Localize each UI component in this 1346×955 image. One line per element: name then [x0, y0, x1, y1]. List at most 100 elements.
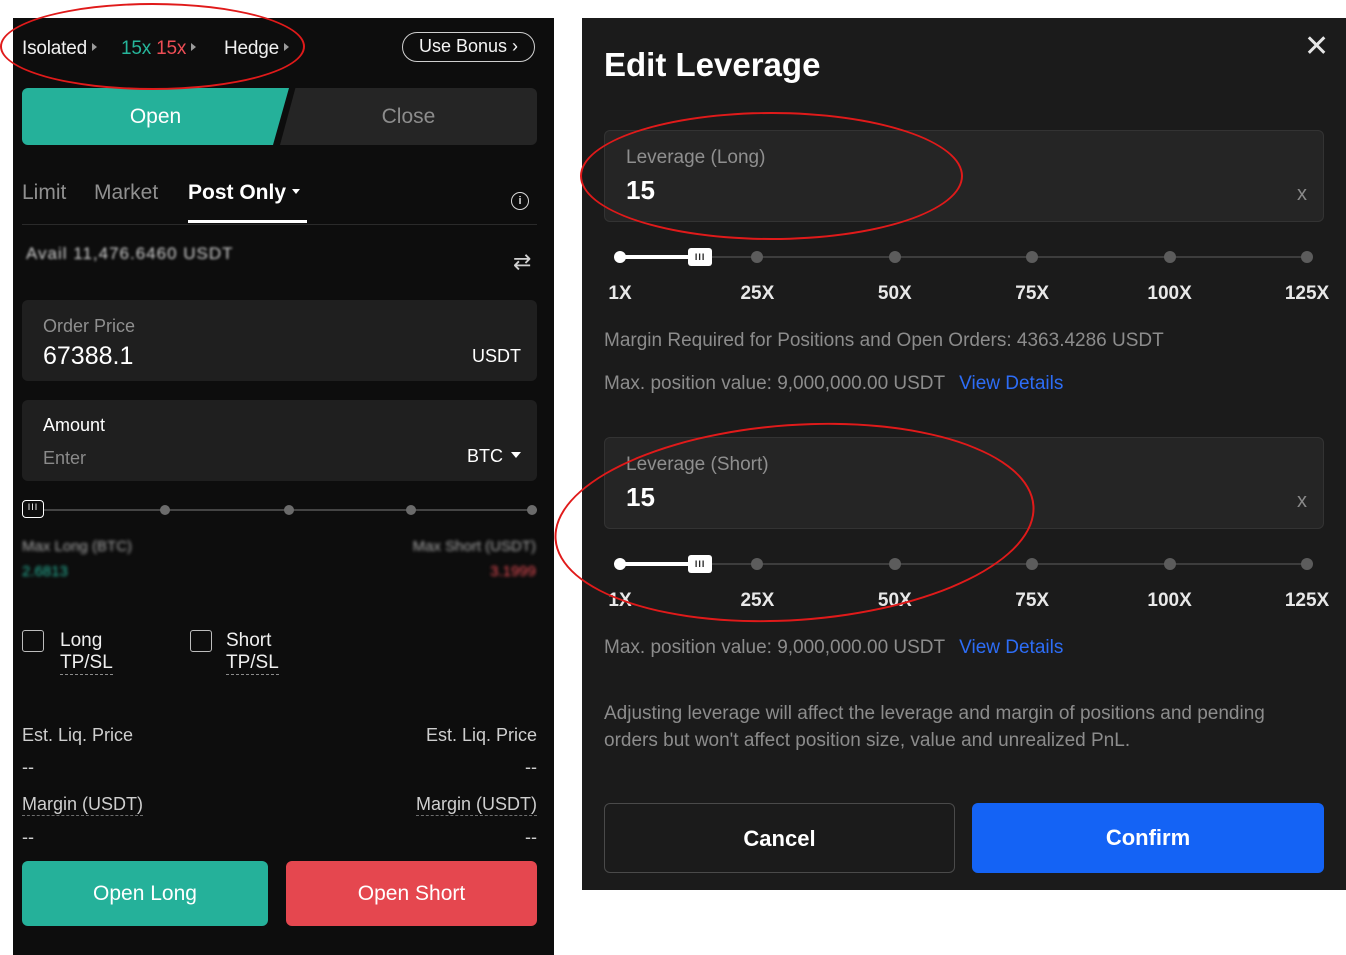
leverage-selector[interactable]: 15x 15x — [121, 36, 197, 62]
order-price-value[interactable]: 67388.1 — [43, 342, 133, 371]
slider-dot[interactable] — [160, 505, 170, 515]
position-mode-label: Hedge — [224, 38, 279, 59]
slider-tick-label[interactable]: 25X — [740, 590, 774, 612]
slider-dot[interactable] — [406, 505, 416, 515]
slider-handle[interactable]: III — [22, 500, 44, 518]
leverage-short-ticks: 1X 25X 50X 75X 100X 125X — [604, 590, 1329, 616]
slider-dot[interactable] — [614, 558, 626, 570]
leverage-short-value[interactable]: 15 — [626, 482, 655, 513]
leverage-note: Adjusting leverage will affect the lever… — [604, 703, 1265, 751]
leverage-long-slider[interactable]: III — [604, 247, 1324, 269]
slider-dot[interactable] — [888, 251, 901, 263]
margin-mode-label: Isolated — [22, 38, 87, 59]
confirm-button[interactable]: Confirm — [972, 803, 1324, 873]
slider-tick-label[interactable]: 100X — [1147, 590, 1191, 612]
amount-label: Amount — [43, 415, 106, 435]
slider-dot[interactable] — [1026, 251, 1039, 263]
open-long-button[interactable]: Open Long — [22, 861, 268, 926]
position-mode-selector[interactable]: Hedge — [224, 36, 289, 62]
margin-long-label[interactable]: Margin (USDT) — [22, 794, 144, 816]
slider-dot[interactable] — [614, 251, 626, 263]
caret-right-icon — [284, 42, 289, 51]
leverage-short-input[interactable]: Leverage (Short) 15 x — [604, 437, 1324, 529]
leverage-long-input[interactable]: Leverage (Long) 15 x — [604, 130, 1324, 222]
slider-tick-label[interactable]: 125X — [1285, 283, 1329, 305]
leverage-long-value[interactable]: 15 — [626, 175, 655, 206]
amount-unit-label: BTC — [467, 446, 503, 466]
amount-slider[interactable]: III — [22, 500, 537, 522]
margin-short-value: -- — [525, 827, 537, 847]
slider-dot[interactable] — [1026, 558, 1039, 570]
leverage-long-ticks: 1X 25X 50X 75X 100X 125X — [604, 283, 1329, 309]
open-short-button[interactable]: Open Short — [286, 861, 537, 926]
dialog-title: Edit Leverage — [604, 46, 821, 83]
tab-open[interactable]: Open — [22, 88, 289, 145]
slider-tick-label[interactable]: 1X — [608, 590, 631, 612]
max-long-label: Max Long (BTC) — [22, 538, 133, 555]
long-tpsl-label[interactable]: Long TP/SL — [60, 630, 113, 675]
slider-tick-label[interactable]: 50X — [878, 590, 912, 612]
info-icon[interactable]: i — [511, 192, 529, 210]
close-icon[interactable]: ✕ — [1304, 32, 1329, 62]
leverage-short-slider[interactable]: III — [604, 554, 1324, 576]
edit-leverage-dialog: Edit Leverage ✕ Leverage (Long) 15 x III… — [582, 18, 1346, 890]
slider-tick-label[interactable]: 100X — [1147, 283, 1191, 305]
slider-dot[interactable] — [1163, 251, 1176, 263]
caret-down-icon — [511, 452, 521, 459]
amount-field[interactable]: Amount Enter BTC — [22, 400, 537, 481]
max-position-short-text: Max. position value: 9,000,000.00 USDT — [604, 637, 946, 658]
slider-tick-label[interactable]: 50X — [878, 283, 912, 305]
est-liq-price-long-label: Est. Liq. Price — [22, 725, 134, 745]
swap-icon[interactable]: ⇄ — [513, 249, 531, 275]
slider-tick-label[interactable]: 75X — [1015, 590, 1049, 612]
short-tpsl-label[interactable]: Short TP/SL — [226, 630, 279, 675]
slider-dot[interactable] — [1163, 558, 1176, 570]
available-balance: Avail 11,476.6460 USDT — [26, 244, 234, 263]
view-details-link[interactable]: View Details — [959, 637, 1063, 658]
leverage-long-label: 15x — [121, 38, 152, 59]
margin-short-label[interactable]: Margin (USDT) — [415, 794, 537, 816]
slider-tick-label[interactable]: 1X — [608, 283, 631, 305]
order-price-unit: USDT — [472, 346, 521, 366]
order-price-field[interactable]: Order Price 67388.1 USDT — [22, 300, 537, 381]
tab-close[interactable]: Close — [280, 88, 537, 145]
slider-dot[interactable] — [1301, 558, 1313, 570]
post-only-label: Post Only — [188, 181, 287, 204]
amount-unit-select[interactable]: BTC — [467, 446, 521, 467]
slider-dot[interactable] — [751, 558, 764, 570]
slider-track — [620, 563, 1307, 565]
slider-handle[interactable]: III — [688, 248, 713, 266]
tab-limit[interactable]: Limit — [22, 181, 66, 205]
slider-handle[interactable]: III — [688, 555, 713, 573]
slider-dot[interactable] — [1301, 251, 1313, 263]
slider-tick-label[interactable]: 25X — [740, 283, 774, 305]
use-bonus-button[interactable]: Use Bonus › — [402, 32, 535, 62]
amount-input[interactable]: Enter — [43, 448, 86, 469]
clear-long-icon[interactable]: x — [1297, 183, 1307, 206]
long-tpsl-checkbox[interactable] — [22, 630, 44, 652]
margin-long-value: -- — [22, 827, 34, 847]
trade-panel: Isolated 15x 15x Hedge Use Bonus › Open … — [13, 18, 554, 955]
view-details-link[interactable]: View Details — [959, 373, 1063, 394]
leverage-long-label: Leverage (Long) — [626, 147, 766, 168]
max-position-short-row: Max. position value: 9,000,000.00 USDT Vi… — [604, 637, 1063, 659]
order-type-tabs: Limit Market Post Only i — [22, 178, 537, 225]
short-tpsl-checkbox[interactable] — [190, 630, 212, 652]
slider-tick-label[interactable]: 75X — [1015, 283, 1049, 305]
slider-tick-label[interactable]: 125X — [1285, 590, 1329, 612]
cancel-button[interactable]: Cancel — [604, 803, 955, 873]
slider-dot[interactable] — [888, 558, 901, 570]
slider-dot[interactable] — [527, 505, 537, 515]
margin-mode-selector[interactable]: Isolated — [22, 36, 97, 62]
clear-short-icon[interactable]: x — [1297, 490, 1307, 513]
margin-required-text: Margin Required for Positions and Open O… — [604, 330, 1164, 351]
caret-right-icon — [91, 42, 97, 51]
slider-dot[interactable] — [284, 505, 294, 515]
max-position-long-text: Max. position value: 9,000,000.00 USDT — [604, 373, 946, 394]
leverage-short-label: 15x — [156, 38, 187, 59]
slider-dot[interactable] — [751, 251, 764, 263]
tab-post-only[interactable]: Post Only — [188, 181, 301, 205]
leverage-short-label: Leverage (Short) — [626, 454, 769, 475]
caret-right-icon — [191, 42, 197, 51]
tab-market[interactable]: Market — [94, 181, 158, 205]
